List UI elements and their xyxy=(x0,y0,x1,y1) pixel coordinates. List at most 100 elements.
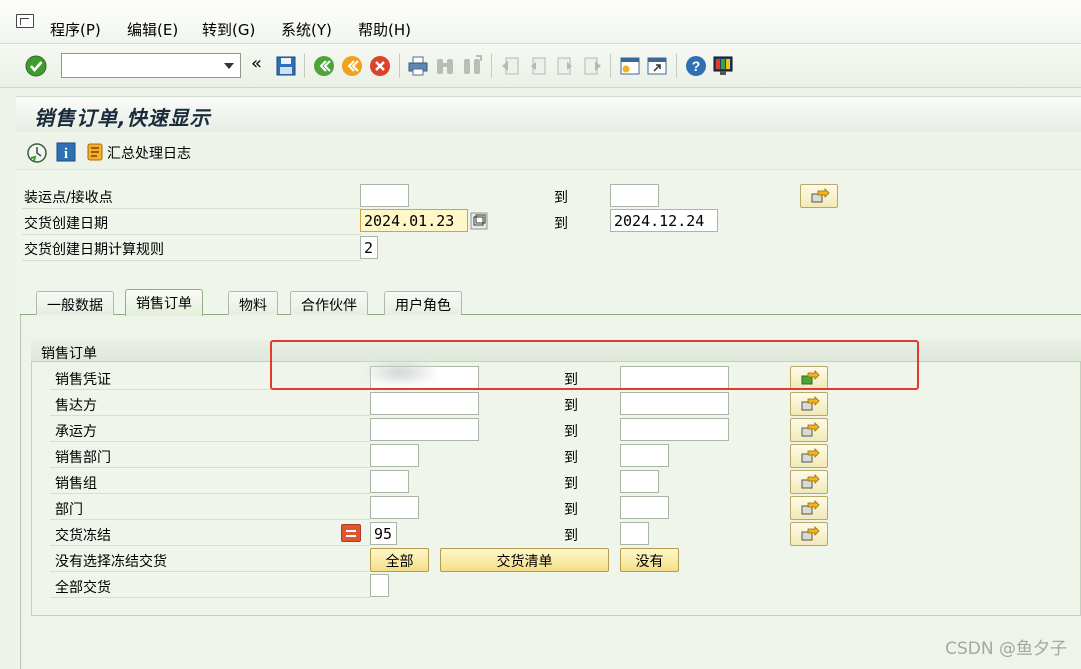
standard-toolbar: « ? xyxy=(0,44,1081,88)
date-rule-label: 交货创建日期计算规则 xyxy=(24,242,164,258)
delivery-block-label: 交货冻结 xyxy=(55,528,111,544)
sales-office-label: 销售部门 xyxy=(55,450,111,466)
equals-option-icon[interactable] xyxy=(341,524,361,542)
multiple-selection-active-icon xyxy=(801,370,820,385)
multiple-selection-icon xyxy=(801,422,820,437)
menu-bar: 程序(P) 编辑(E) 转到(G) 系统(Y) 帮助(H) xyxy=(0,0,1081,44)
sales-group-from[interactable] xyxy=(370,470,409,493)
shortcut-icon[interactable] xyxy=(646,55,668,77)
print-icon[interactable] xyxy=(407,55,429,77)
title-bar: 销售订单,快速显示 xyxy=(16,96,1081,132)
carrier-to[interactable] xyxy=(620,418,729,441)
multiple-selection-button[interactable] xyxy=(790,496,828,520)
exit-icon[interactable] xyxy=(341,55,363,77)
carrier-label: 承运方 xyxy=(55,424,97,440)
division-from[interactable] xyxy=(370,496,419,519)
enter-check-icon[interactable] xyxy=(25,55,47,77)
none-button[interactable]: 没有 xyxy=(620,548,679,572)
menu-program[interactable]: 程序(P) xyxy=(50,19,101,40)
redacted-area xyxy=(362,358,437,386)
menu-system[interactable]: 系统(Y) xyxy=(281,19,332,40)
svg-text:i: i xyxy=(64,146,68,162)
group-title: 销售订单 xyxy=(41,346,97,362)
help-icon[interactable]: ? xyxy=(685,55,707,77)
customize-layout-icon[interactable] xyxy=(712,55,734,77)
svg-text:?: ? xyxy=(692,58,701,74)
shipping-point-from[interactable] xyxy=(360,184,409,207)
multiple-selection-button[interactable] xyxy=(790,470,828,494)
multiple-selection-icon xyxy=(801,474,820,489)
to-label: 到 xyxy=(554,190,568,206)
multiple-selection-icon xyxy=(801,448,820,463)
delivery-date-label: 交货创建日期 xyxy=(24,216,108,232)
save-icon[interactable] xyxy=(275,55,297,77)
menu-edit[interactable]: 编辑(E) xyxy=(127,19,178,40)
system-menu-icon[interactable] xyxy=(16,14,34,28)
to-label: 到 xyxy=(564,398,578,414)
all-deliveries-checkbox[interactable] xyxy=(370,574,389,597)
next-page-icon xyxy=(557,57,572,75)
application-toolbar: i 汇总处理日志 xyxy=(16,134,1081,170)
group-header xyxy=(31,340,1081,362)
delivery-list-button[interactable]: 交货清单 xyxy=(440,548,609,572)
watermark: CSDN @鱼夕子 xyxy=(945,639,1067,659)
multiple-selection-icon xyxy=(801,396,820,411)
menu-help[interactable]: 帮助(H) xyxy=(358,19,411,40)
sales-office-to[interactable] xyxy=(620,444,669,467)
tab-user-role[interactable]: 用户角色 xyxy=(384,291,462,315)
multiple-selection-icon xyxy=(801,500,820,515)
sales-group-to[interactable] xyxy=(620,470,659,493)
division-label: 部门 xyxy=(55,502,83,518)
new-session-icon[interactable] xyxy=(619,55,641,77)
multiple-selection-button[interactable] xyxy=(790,392,828,416)
blocked-selection-label: 没有选择冻结交货 xyxy=(55,554,167,570)
find-next-icon xyxy=(464,55,482,74)
multiple-selection-button[interactable] xyxy=(790,366,828,390)
to-label: 到 xyxy=(564,372,578,388)
command-field[interactable] xyxy=(61,53,241,78)
chevron-down-icon[interactable] xyxy=(224,63,234,69)
cancel-icon[interactable] xyxy=(369,55,391,77)
execute-icon[interactable] xyxy=(26,142,48,164)
summary-log-button[interactable]: 汇总处理日志 xyxy=(107,143,191,163)
calendar-icon[interactable] xyxy=(470,212,488,230)
sales-document-label: 销售凭证 xyxy=(55,372,111,388)
tab-partner[interactable]: 合作伙伴 xyxy=(290,291,368,315)
multiple-selection-button[interactable] xyxy=(790,418,828,442)
to-label: 到 xyxy=(564,450,578,466)
all-button[interactable]: 全部 xyxy=(370,548,429,572)
multiple-selection-button[interactable] xyxy=(800,184,838,208)
tab-material[interactable]: 物料 xyxy=(228,291,278,315)
sold-to-from[interactable] xyxy=(370,392,479,415)
sales-document-to[interactable] xyxy=(620,366,729,389)
shipping-point-to[interactable] xyxy=(610,184,659,207)
info-icon[interactable]: i xyxy=(56,142,76,162)
multiple-selection-button[interactable] xyxy=(790,444,828,468)
to-label: 到 xyxy=(554,216,568,232)
collapse-icon[interactable]: « xyxy=(251,53,262,74)
multiple-selection-icon xyxy=(811,188,830,203)
delivery-block-from[interactable]: 95 xyxy=(370,522,397,545)
back-icon[interactable] xyxy=(313,55,335,77)
tab-sales-order[interactable]: 销售订单 xyxy=(125,289,203,316)
find-icon xyxy=(437,59,453,74)
multiple-selection-button[interactable] xyxy=(790,522,828,546)
to-label: 到 xyxy=(564,424,578,440)
date-rule-input[interactable]: 2 xyxy=(360,236,378,259)
sales-office-from[interactable] xyxy=(370,444,419,467)
log-icon[interactable] xyxy=(85,142,105,162)
sold-to-to[interactable] xyxy=(620,392,729,415)
carrier-from[interactable] xyxy=(370,418,479,441)
division-to[interactable] xyxy=(620,496,669,519)
delivery-block-to[interactable] xyxy=(620,522,649,545)
delivery-date-from[interactable]: 2024.01.23 xyxy=(360,209,468,232)
menu-goto[interactable]: 转到(G) xyxy=(202,19,255,40)
delivery-date-to[interactable]: 2024.12.24 xyxy=(610,209,718,232)
sold-to-label: 售达方 xyxy=(55,398,97,414)
shipping-point-label: 装运点/接收点 xyxy=(24,190,113,206)
to-label: 到 xyxy=(564,476,578,492)
sales-order-group xyxy=(31,340,1081,616)
to-label: 到 xyxy=(564,528,578,544)
previous-page-icon xyxy=(531,57,546,75)
tab-general-data[interactable]: 一般数据 xyxy=(36,291,114,315)
